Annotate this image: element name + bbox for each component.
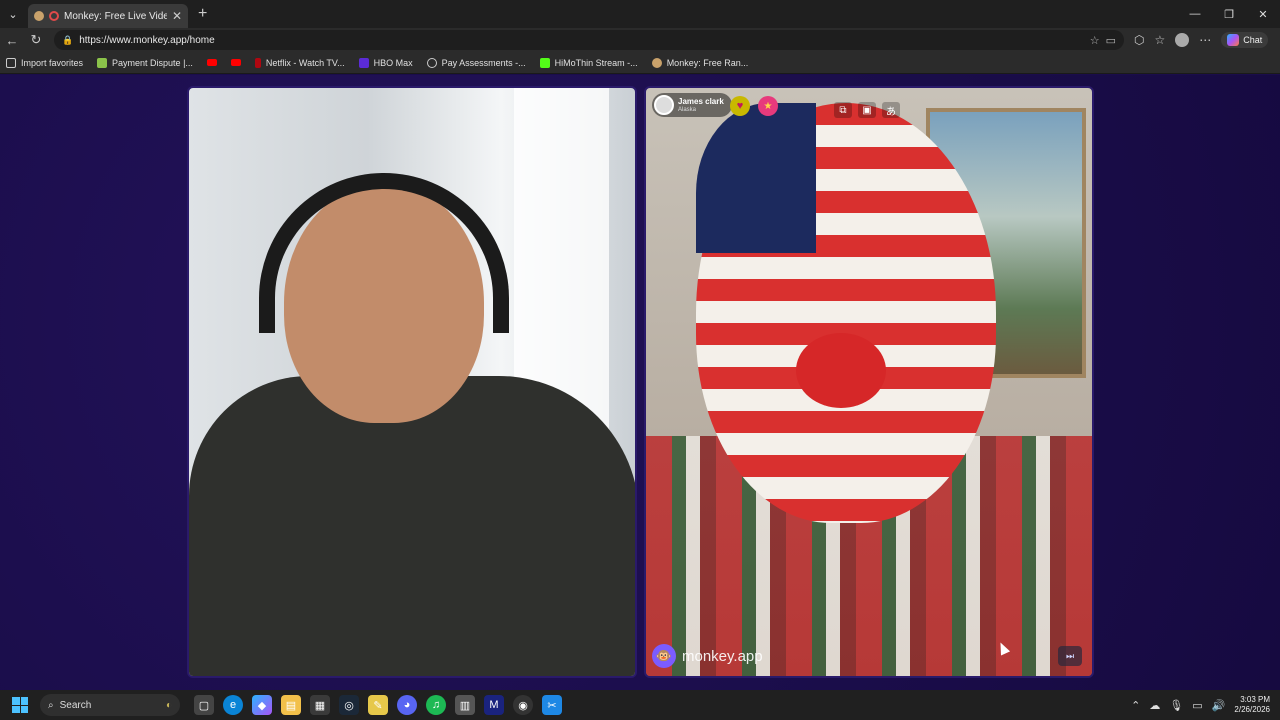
minimize-icon[interactable]: — <box>1178 0 1212 28</box>
window-controls: — ❐ ✕ <box>1178 0 1280 28</box>
clock[interactable]: 3:03 PM 2/26/2026 <box>1234 695 1270 715</box>
more-menu-icon[interactable]: ⋯ <box>1199 33 1211 47</box>
search-highlight-icon: ◐ <box>165 699 172 711</box>
profile-avatar[interactable] <box>1175 33 1190 47</box>
search-placeholder: Search <box>59 699 92 711</box>
favorites-icon[interactable]: ☆ <box>1154 33 1165 47</box>
snipping-tool-icon[interactable]: ✂ <box>542 695 562 715</box>
store-icon[interactable]: ▦ <box>310 695 330 715</box>
back-button[interactable]: ← <box>0 33 24 48</box>
remote-video-feed: James clark Alaska ♥ ★ ⧉ ▣ あ 🐵 monkey.ap… <box>644 86 1094 678</box>
import-icon <box>6 57 16 68</box>
remote-user-name: James clark <box>678 96 724 106</box>
site-info-icon[interactable]: 🔒 <box>62 35 73 46</box>
edge-icon[interactable]: e <box>223 695 243 715</box>
pip-icon[interactable]: ⧉ <box>834 102 852 118</box>
clock-time: 3:03 PM <box>1240 695 1270 704</box>
monkey-favicon-icon <box>34 11 44 21</box>
extensions-icon[interactable]: ⬡ <box>1134 33 1144 47</box>
heart-icon[interactable]: ♥ <box>730 96 750 116</box>
translate-icon[interactable]: あ <box>882 102 900 118</box>
netflix-icon <box>254 57 261 68</box>
calculator-icon[interactable]: ▥ <box>455 695 475 715</box>
monkey-logo-icon: 🐵 <box>652 644 676 668</box>
steam-icon[interactable]: ◎ <box>339 695 359 715</box>
bookmark-hbo-max[interactable]: HBO Max <box>358 57 413 68</box>
sticky-notes-icon[interactable]: ✎ <box>368 695 388 715</box>
chat-label: Chat <box>1243 35 1263 45</box>
volume-icon[interactable]: 🔊 <box>1212 699 1226 712</box>
mask-stars-panel <box>696 103 816 253</box>
video-overlay-controls: ⧉ ▣ あ <box>834 102 900 118</box>
file-explorer-icon[interactable]: ▤ <box>281 695 301 715</box>
new-tab-button[interactable]: + <box>198 5 207 23</box>
headset <box>259 173 509 333</box>
favorite-star-icon[interactable]: ☆ <box>1090 34 1100 47</box>
clock-date: 2/26/2026 <box>1234 705 1270 714</box>
windows-taskbar: ⌕ Search ◐ ▢ e ◆ ▤ ▦ ◎ ✎ ◕ ♫ ▥ M ◉ ✂ ⌃ ☁… <box>0 690 1280 720</box>
clown-nose <box>796 333 886 408</box>
bookmarks-bar: Import favorites Payment Dispute |... Ne… <box>0 52 1280 74</box>
capture-icon[interactable]: ▣ <box>858 102 876 118</box>
bookmark-import-favorites[interactable]: Import favorites <box>6 57 83 68</box>
person-hoodie <box>189 376 635 676</box>
bookmark-youtube-2[interactable] <box>230 59 241 66</box>
task-view-icon[interactable]: ▢ <box>194 695 214 715</box>
monkey-page: James clark Alaska ♥ ★ ⧉ ▣ あ 🐵 monkey.ap… <box>0 75 1280 690</box>
chrome-icon[interactable]: ◉ <box>513 695 533 715</box>
url-text: https://www.monkey.app/home <box>79 34 215 46</box>
address-toolbar: ← ↻ 🔒 https://www.monkey.app/home ☆ ▭ ⬡ … <box>0 28 1280 52</box>
hbo-icon <box>358 57 369 68</box>
system-tray: ⌃ ☁ 🎙 ▭ 🔊 3:03 PM 2/26/2026 <box>1131 690 1270 720</box>
bookmark-payment-dispute[interactable]: Payment Dispute |... <box>97 57 193 68</box>
browser-titlebar: ⌄ Monkey: Free Live Video Chat ✕ + — ❐ ✕ <box>0 0 1280 28</box>
bookmark-monkey[interactable]: Monkey: Free Ran... <box>651 57 748 68</box>
url-field[interactable]: 🔒 https://www.monkey.app/home ☆ ▭ <box>54 30 1124 50</box>
copilot-app-icon[interactable]: ◆ <box>252 695 272 715</box>
monkey-watermark: 🐵 monkey.app <box>652 644 763 668</box>
restore-icon[interactable]: ❐ <box>1212 0 1246 28</box>
search-icon: ⌕ <box>48 699 54 711</box>
taskbar-search[interactable]: ⌕ Search ◐ <box>40 694 180 716</box>
kick-icon <box>539 57 550 68</box>
browser-tab-active[interactable]: Monkey: Free Live Video Chat ✕ <box>28 4 188 28</box>
bookmark-youtube-1[interactable] <box>206 59 217 66</box>
local-video-feed <box>187 86 637 678</box>
windows-start-icon[interactable] <box>12 697 28 713</box>
monkey-icon <box>651 57 662 68</box>
gift-icon[interactable]: ★ <box>758 96 778 116</box>
camera-in-use-icon[interactable]: ▭ <box>1106 34 1116 47</box>
copilot-chat-button[interactable]: Chat <box>1221 32 1269 48</box>
remote-user-avatar <box>654 95 674 115</box>
remote-user-badge[interactable]: James clark Alaska <box>652 93 732 117</box>
close-window-icon[interactable]: ✕ <box>1246 0 1280 28</box>
bookmark-netflix[interactable]: Netflix - Watch TV... <box>254 57 345 68</box>
malwarebytes-icon[interactable]: M <box>484 695 504 715</box>
remote-user-location: Alaska <box>678 106 697 113</box>
display-icon[interactable]: ▭ <box>1192 699 1202 712</box>
tab-actions-menu-icon[interactable]: ⌄ <box>0 0 26 28</box>
recording-indicator-icon <box>49 11 59 21</box>
bookmark-himothin-stream[interactable]: HiMoThin Stream -... <box>539 57 638 68</box>
discord-icon[interactable]: ◕ <box>397 695 417 715</box>
refresh-button[interactable]: ↻ <box>24 32 48 48</box>
bookmark-pay-assessments[interactable]: Pay Assessments -... <box>426 57 526 68</box>
tab-title: Monkey: Free Live Video Chat <box>64 10 167 22</box>
microphone-icon[interactable]: 🎙 <box>1169 699 1183 712</box>
copilot-icon <box>1227 34 1240 46</box>
bookmark-icon <box>97 57 108 68</box>
youtube-icon <box>230 59 241 66</box>
youtube-icon <box>206 59 217 66</box>
skip-next-button[interactable]: ⏭ <box>1058 646 1082 666</box>
globe-icon <box>426 57 437 68</box>
brand-text: monkey.app <box>682 647 763 665</box>
spotify-icon[interactable]: ♫ <box>426 695 446 715</box>
chevron-up-icon[interactable]: ⌃ <box>1131 699 1140 712</box>
cloud-icon[interactable]: ☁ <box>1149 699 1160 712</box>
taskbar-apps: ▢ e ◆ ▤ ▦ ◎ ✎ ◕ ♫ ▥ M ◉ ✂ <box>194 695 562 715</box>
close-tab-icon[interactable]: ✕ <box>172 9 182 23</box>
